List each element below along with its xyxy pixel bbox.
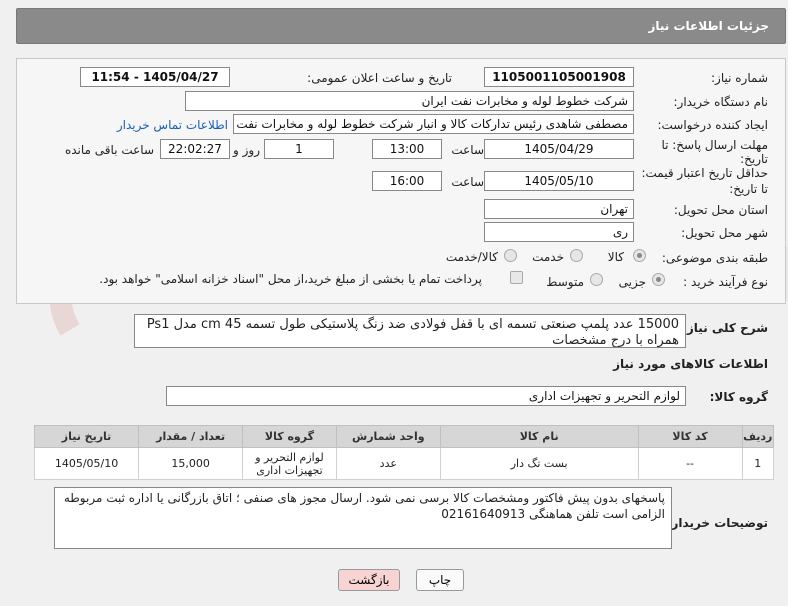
process-medium-radio[interactable] <box>590 273 603 286</box>
col-name: نام کالا <box>439 425 639 448</box>
back-button[interactable]: بازگشت <box>338 569 400 591</box>
category-label: طبقه بندی موضوعی: <box>661 251 768 265</box>
cell-group: لوازم التحریر و تجهیزات اداری <box>242 447 337 480</box>
buyer-field: شرکت خطوط لوله و مخابرات نفت ایران <box>185 91 634 111</box>
creator-label: ایجاد کننده درخواست: <box>657 118 768 132</box>
buyer-label: نام دستگاه خریدار: <box>673 95 769 109</box>
col-unit: واحد شمارش <box>335 425 441 448</box>
buyer-notes-label: توضیحات خریدار: <box>666 516 768 530</box>
price-validity-label: حداقل تاریخ اعتبار قیمت: <box>641 166 768 180</box>
buyer-contact-link[interactable]: اطلاعات تماس خریدار <box>117 118 228 132</box>
cell-row: 1 <box>741 447 775 480</box>
goods-group-field: لوازم التحریر و تجهیزات اداری <box>166 386 686 406</box>
category-goods-label: کالا <box>607 250 624 264</box>
province-label: استان محل تحویل: <box>673 203 768 217</box>
deadline-label-date: تاریخ: <box>740 152 768 166</box>
category-both-radio[interactable] <box>504 249 517 262</box>
goods-group-label: گروه کالا: <box>709 390 768 404</box>
treasury-payment-checkbox[interactable] <box>510 271 523 284</box>
price-validity-time-field: 16:00 <box>372 171 442 191</box>
cell-unit: عدد <box>335 447 441 480</box>
need-number-field: 1105001105001908 <box>484 67 634 87</box>
province-field: تهران <box>484 199 634 219</box>
price-validity-date-field: 1405/05/10 <box>484 171 634 191</box>
remaining-time-field: 22:02:27 <box>160 139 230 159</box>
category-goods-radio[interactable] <box>633 249 646 262</box>
cell-code: -- <box>637 447 743 480</box>
description-label: شرح کلی نیاز: <box>682 321 768 335</box>
description-text: 15000 عدد پلمپ صنعتی تسمه ای با قفل فولا… <box>134 314 686 348</box>
days-remaining-field: 1 <box>264 139 334 159</box>
col-qty: تعداد / مقدار <box>138 425 244 448</box>
goods-table-header: ردیف کد کالا نام کالا واحد شمارش گروه کا… <box>33 425 775 448</box>
col-code: کد کالا <box>637 425 743 448</box>
deadline-label: مهلت ارسال پاسخ: تا <box>661 138 768 152</box>
announce-label: تاریخ و ساعت اعلان عمومی: <box>307 71 452 85</box>
need-number-label: شماره نیاز: <box>711 71 768 85</box>
process-minor-label: جزیی <box>618 275 646 289</box>
cell-name: بست تگ دار <box>439 447 639 480</box>
deadline-date-field: 1405/04/29 <box>484 139 634 159</box>
remaining-time-label: ساعت باقی مانده <box>64 143 154 157</box>
buyer-notes-text: پاسخهای بدون پیش فاکتور ومشخصات کالا برس… <box>54 487 672 549</box>
col-row: ردیف <box>741 425 775 448</box>
col-group: گروه کالا <box>242 425 337 448</box>
treasury-payment-text: پرداخت تمام یا بخشی از مبلغ خرید،از محل … <box>99 272 482 286</box>
city-field: ری <box>484 222 634 242</box>
table-row: 1 -- بست تگ دار عدد لوازم التحریر و تجهی… <box>33 447 775 480</box>
deadline-time-label: ساعت <box>451 143 484 157</box>
process-medium-label: متوسط <box>546 275 584 289</box>
category-service-radio[interactable] <box>570 249 583 262</box>
announce-field: 1405/04/27 - 11:54 <box>80 67 230 87</box>
deadline-time-field: 13:00 <box>372 139 442 159</box>
process-minor-radio[interactable] <box>652 273 665 286</box>
price-validity-label-date: تا تاریخ: <box>729 182 768 196</box>
cell-date: 1405/05/10 <box>33 447 140 480</box>
goods-table: ردیف کد کالا نام کالا واحد شمارش گروه کا… <box>33 425 775 480</box>
category-both-label: کالا/خدمت <box>445 250 498 264</box>
city-label: شهر محل تحویل: <box>681 226 768 240</box>
days-label: روز و <box>233 143 260 157</box>
creator-field: مصطفی شاهدی رئیس تدارکات کالا و انبار شر… <box>233 114 634 134</box>
process-label: نوع فرآیند خرید : <box>683 275 768 289</box>
category-service-label: خدمت <box>532 250 564 264</box>
cell-qty: 15,000 <box>138 447 244 480</box>
page-title: جزئیات اطلاعات نیاز <box>648 19 769 33</box>
print-button[interactable]: چاپ <box>416 569 464 591</box>
col-date: تاریخ نیاز <box>33 425 140 448</box>
price-validity-time-label: ساعت <box>451 175 484 189</box>
goods-info-title: اطلاعات کالاهای مورد نیاز <box>613 357 768 371</box>
page-header: جزئیات اطلاعات نیاز <box>16 8 786 44</box>
